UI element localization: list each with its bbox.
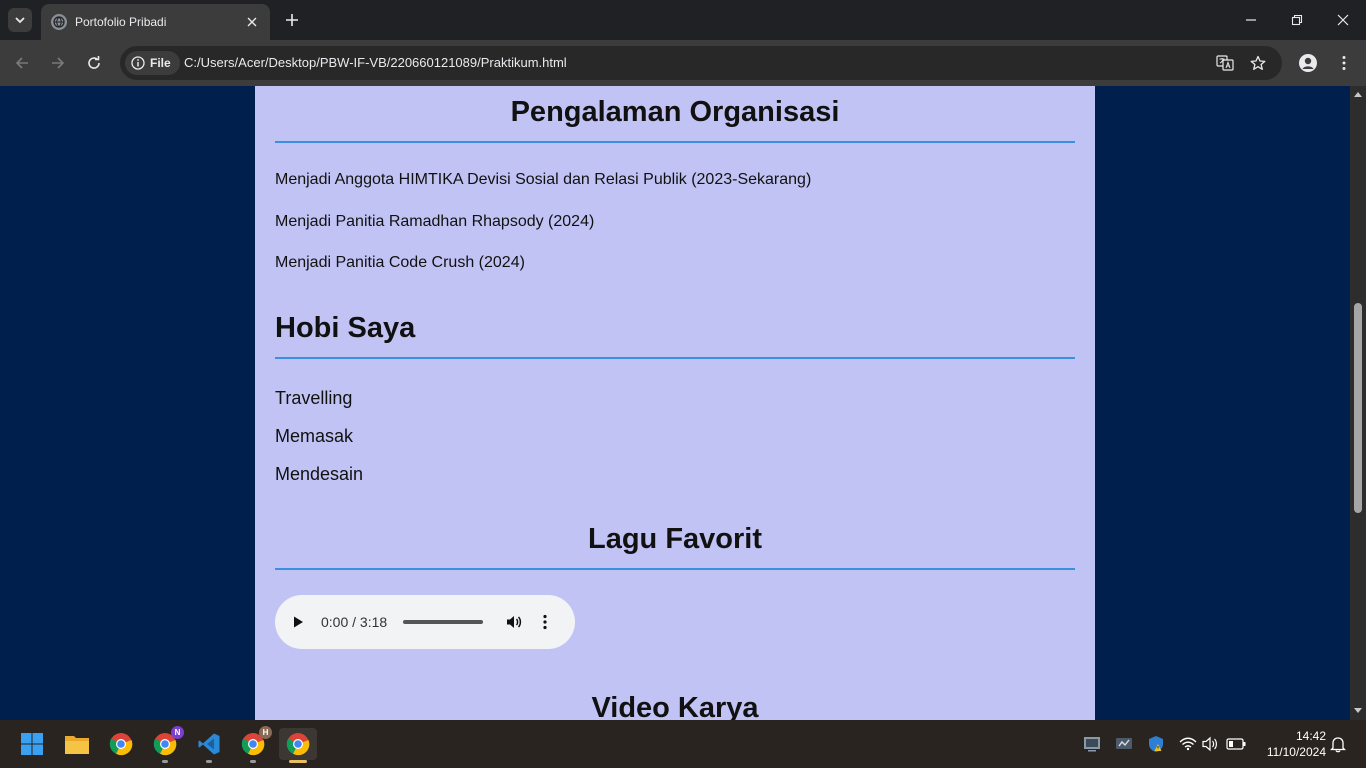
minimize-icon xyxy=(1246,19,1256,21)
site-info-label: File xyxy=(150,56,171,70)
plus-icon xyxy=(286,14,298,26)
tray-network-app-icon[interactable] xyxy=(1114,734,1134,754)
chrome-profile-n-button[interactable]: N xyxy=(149,726,184,763)
scroll-down-arrow-icon[interactable] xyxy=(1354,708,1362,714)
battery-icon[interactable] xyxy=(1226,734,1246,754)
start-button[interactable] xyxy=(16,728,48,760)
scroll-up-arrow-icon[interactable] xyxy=(1354,91,1362,97)
restore-button[interactable] xyxy=(1287,10,1307,30)
hobi-divider xyxy=(275,357,1075,359)
security-shield-icon[interactable] xyxy=(1146,734,1166,754)
volume-icon[interactable] xyxy=(1201,734,1221,754)
clock-time: 14:42 xyxy=(1295,729,1326,743)
lagu-heading: Lagu Favorit xyxy=(587,523,762,555)
url-text[interactable]: C:/Users/Acer/Desktop/PBW-IF-VB/22066012… xyxy=(184,55,567,70)
browser-tab[interactable]: Portofolio Pribadi xyxy=(41,4,270,40)
organisasi-item: Menjadi Panitia Ramadhan Rhapsody (2024) xyxy=(275,213,595,230)
hobi-item: Mendesain xyxy=(275,464,364,484)
page-viewport: Pengalaman Organisasi Menjadi Anggota HI… xyxy=(0,86,1366,720)
close-window-button[interactable] xyxy=(1333,10,1353,30)
chrome-icon xyxy=(286,733,310,756)
tray-app-icon[interactable] xyxy=(1082,734,1102,754)
clock-date: 11/10/2024 xyxy=(1266,745,1326,759)
restore-icon xyxy=(1291,14,1303,26)
play-icon[interactable] xyxy=(291,615,305,629)
tab-title: Portofolio Pribadi xyxy=(75,15,167,29)
arrow-right-icon xyxy=(52,57,65,69)
audio-seek-bar[interactable] xyxy=(403,620,484,624)
chrome-active-button[interactable] xyxy=(279,728,317,763)
profile-button[interactable] xyxy=(1296,51,1320,75)
video-heading: Video Karya xyxy=(591,692,759,720)
arrow-left-icon xyxy=(15,57,28,69)
back-button[interactable] xyxy=(10,51,34,75)
minimize-button[interactable] xyxy=(1241,10,1261,30)
close-icon xyxy=(1337,14,1349,26)
menu-button[interactable] xyxy=(1332,51,1356,75)
audio-player: 0:00 / 3:18 xyxy=(275,595,575,649)
taskbar: N H 14:42 11/10/2024 xyxy=(0,720,1366,768)
organisasi-item: Menjadi Panitia Code Crush (2024) xyxy=(275,254,525,271)
vscode-icon xyxy=(198,733,220,755)
profile-badge: H xyxy=(259,726,272,739)
profile-icon xyxy=(1299,54,1317,72)
notification-bell-icon[interactable] xyxy=(1328,734,1348,754)
active-indicator xyxy=(289,760,307,763)
tab-search-button[interactable] xyxy=(8,8,32,32)
file-explorer-button[interactable] xyxy=(61,728,93,760)
globe-icon xyxy=(51,14,67,30)
profile-badge: N xyxy=(171,726,184,739)
wifi-icon[interactable] xyxy=(1178,734,1198,754)
chrome-icon xyxy=(109,733,133,756)
organisasi-divider xyxy=(275,141,1075,143)
lagu-divider xyxy=(275,568,1075,570)
audio-time: 0:00 / 3:18 xyxy=(321,614,388,630)
hobi-item: Travelling xyxy=(275,388,353,408)
bookmark-star-icon[interactable] xyxy=(1248,53,1268,73)
folder-icon xyxy=(65,736,89,754)
volume-icon[interactable] xyxy=(505,613,523,631)
windows-logo-icon xyxy=(21,733,43,755)
organisasi-item: Menjadi Anggota HIMTIKA Devisi Sosial da… xyxy=(275,171,812,188)
kebab-menu-icon xyxy=(1342,56,1346,70)
chrome-profile-h-button[interactable]: H xyxy=(237,726,272,763)
new-tab-button[interactable] xyxy=(282,10,302,30)
reload-icon xyxy=(88,56,100,69)
page-scrollbar[interactable] xyxy=(1350,86,1366,720)
translate-icon[interactable] xyxy=(1215,53,1235,73)
running-indicator xyxy=(162,760,168,763)
more-options-icon[interactable] xyxy=(543,614,547,630)
info-icon xyxy=(131,56,145,70)
site-info-chip[interactable]: File xyxy=(125,51,180,75)
hobi-item: Memasak xyxy=(275,426,354,446)
content-container: Pengalaman Organisasi Menjadi Anggota HI… xyxy=(255,86,1095,720)
browser-toolbar: File C:/Users/Acer/Desktop/PBW-IF-VB/220… xyxy=(0,40,1366,86)
scrollbar-thumb[interactable] xyxy=(1354,303,1362,513)
organisasi-heading: Pengalaman Organisasi xyxy=(510,96,840,128)
running-indicator xyxy=(250,760,256,763)
tab-strip: Portofolio Pribadi xyxy=(0,0,1366,40)
chevron-down-icon xyxy=(15,17,25,24)
tab-close-icon[interactable] xyxy=(244,14,260,30)
running-indicator xyxy=(206,760,212,763)
vscode-button[interactable] xyxy=(193,728,225,763)
address-bar[interactable]: File C:/Users/Acer/Desktop/PBW-IF-VB/220… xyxy=(120,46,1282,80)
forward-button[interactable] xyxy=(46,51,70,75)
reload-button[interactable] xyxy=(82,51,106,75)
hobi-heading: Hobi Saya xyxy=(275,312,416,344)
chrome-taskbar-button[interactable] xyxy=(105,728,137,760)
taskbar-clock[interactable]: 14:42 11/10/2024 xyxy=(1256,728,1326,760)
